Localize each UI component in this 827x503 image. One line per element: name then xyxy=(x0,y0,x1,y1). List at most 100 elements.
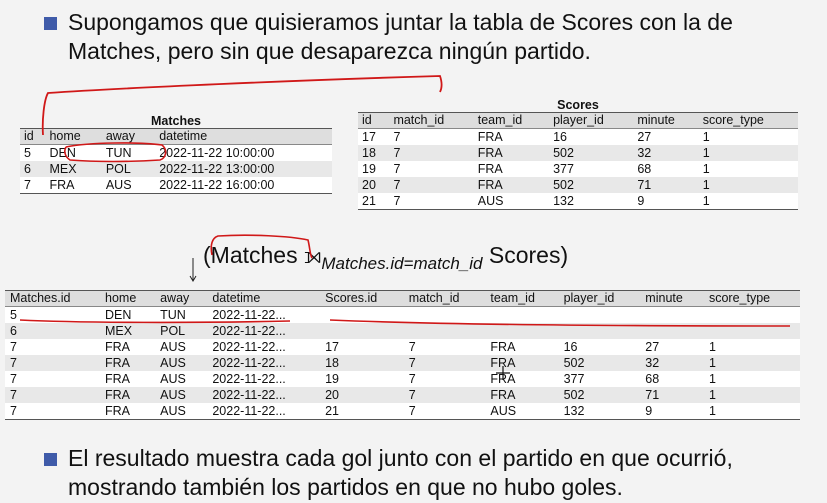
table-cell: 19 xyxy=(320,371,404,387)
table-cell: 2022-11-22... xyxy=(207,339,321,355)
table-cell: 27 xyxy=(640,339,704,355)
table-cell xyxy=(320,323,404,339)
column-header: team_id xyxy=(473,112,550,129)
column-header: away xyxy=(155,290,208,307)
table-cell: 1 xyxy=(703,355,800,371)
table-cell xyxy=(558,306,641,323)
table-cell xyxy=(485,306,559,323)
table-cell: 9 xyxy=(633,193,699,210)
column-header: match_id xyxy=(389,112,474,129)
table-cell: FRA xyxy=(100,403,156,420)
column-header: datetime xyxy=(155,128,332,145)
table-cell: FRA xyxy=(485,371,559,387)
table-cell: 17 xyxy=(320,339,404,355)
table-header: Matches.id home away datetime Scores.id match… xyxy=(5,290,800,307)
table-cell: 2022-11-22... xyxy=(207,403,321,420)
table-cell: 16 xyxy=(558,339,641,355)
table-cell: 20 xyxy=(358,177,390,193)
table-cell: AUS xyxy=(473,193,550,210)
formula-right: Scores) xyxy=(482,242,569,268)
table-cell: 6 xyxy=(5,323,101,339)
table-cell: 71 xyxy=(640,387,704,403)
table-cell: 502 xyxy=(558,387,641,403)
result-table: Matches.id home away datetime Scores.id match… xyxy=(5,290,800,420)
table-cell: 5 xyxy=(20,144,46,161)
table-cell: 7 xyxy=(20,177,46,194)
table-cell: 2022-11-22... xyxy=(207,355,321,371)
table-row: 18 7 FRA 502 32 1 xyxy=(358,145,798,161)
table-cell: 68 xyxy=(633,161,699,177)
table-cell xyxy=(320,306,404,323)
table-cell: FRA xyxy=(100,355,156,371)
table-cell: AUS xyxy=(101,177,156,194)
table-cell: 7 xyxy=(403,387,486,403)
table-cell: 7 xyxy=(5,339,101,355)
table-cell: 2022-11-22... xyxy=(207,323,321,339)
column-header: score_type xyxy=(703,290,800,307)
column-header: home xyxy=(45,128,102,145)
table-cell: 2022-11-22 13:00:00 xyxy=(155,161,332,177)
table-cell: DEN xyxy=(45,144,102,161)
table-row: 7 FRA AUS 2022-11-22... 18 7 FRA 502 32 1 xyxy=(5,355,800,371)
bullet-intro: Supongamos que quisieramos juntar la tab… xyxy=(44,8,733,66)
column-header: id xyxy=(358,112,390,129)
column-header: datetime xyxy=(207,290,321,307)
table-cell: 16 xyxy=(549,128,634,145)
table-cell xyxy=(558,323,641,339)
table-cell: 1 xyxy=(698,128,798,145)
bullet-line: El resultado muestra cada gol junto con … xyxy=(68,445,733,471)
formula-left: (Matches xyxy=(203,242,304,268)
table-cell: 7 xyxy=(389,145,474,161)
table-row: 20 7 FRA 502 71 1 xyxy=(358,177,798,193)
column-header: match_id xyxy=(403,290,486,307)
table-cell: FRA xyxy=(473,161,550,177)
table-cell: 1 xyxy=(703,387,800,403)
table-cell: FRA xyxy=(100,387,156,403)
table-cell: 2022-11-22... xyxy=(207,387,321,403)
table-cell: FRA xyxy=(45,177,102,194)
table-cell: POL xyxy=(101,161,156,177)
table-cell: FRA xyxy=(100,339,156,355)
column-header: player_id xyxy=(549,112,634,129)
table-row: 7 FRA AUS 2022-11-22... 21 7 AUS 132 9 1 xyxy=(5,403,800,420)
table-cell: FRA xyxy=(485,339,559,355)
table-cell: 1 xyxy=(703,371,800,387)
table-cell: 132 xyxy=(558,403,641,420)
table-row: 5 DEN TUN 2022-11-22... xyxy=(5,306,800,323)
matches-table: Matches id home away datetime 5 DEN TUN 2022-11… xyxy=(20,114,332,194)
table-cell: 1 xyxy=(703,403,800,420)
bullet-line: Matches, pero sin que desaparezca ningún… xyxy=(68,38,591,64)
table-cell: MEX xyxy=(100,323,156,339)
table-cell: 21 xyxy=(358,193,390,210)
table-row: 6 MEX POL 2022-11-22... xyxy=(5,323,800,339)
table-cell: 2022-11-22... xyxy=(207,306,321,323)
table-cell xyxy=(640,323,704,339)
table-cell xyxy=(640,306,704,323)
table-cell: MEX xyxy=(45,161,102,177)
table-cell: 1 xyxy=(698,193,798,210)
table-cell: TUN xyxy=(155,306,208,323)
left-outer-join-symbol: ⟕ xyxy=(303,242,322,268)
table-cell: 7 xyxy=(5,371,101,387)
table-cell: TUN xyxy=(101,144,156,161)
table-header: id match_id team_id player_id minute score_ty… xyxy=(358,112,798,129)
table-cell: FRA xyxy=(473,128,550,145)
table-cell: FRA xyxy=(100,371,156,387)
table-row: 21 7 AUS 132 9 1 xyxy=(358,193,798,210)
table-cell: 32 xyxy=(633,145,699,161)
table-row: 6 MEX POL 2022-11-22 13:00:00 xyxy=(20,161,332,177)
column-header: away xyxy=(101,128,156,145)
table-cell: 18 xyxy=(320,355,404,371)
table-row: 7 FRA AUS 2022-11-22... 20 7 FRA 502 71 1 xyxy=(5,387,800,403)
table-cell: 68 xyxy=(640,371,704,387)
table-cell: 7 xyxy=(403,371,486,387)
table-cell: 7 xyxy=(5,387,101,403)
table-cell xyxy=(485,323,559,339)
table-cell: DEN xyxy=(100,306,156,323)
table-cell: AUS xyxy=(155,371,208,387)
bullet-conclusion: El resultado muestra cada gol junto con … xyxy=(44,444,733,502)
table-cell: AUS xyxy=(155,403,208,420)
table-cell: 7 xyxy=(403,403,486,420)
table-cell: FRA xyxy=(485,387,559,403)
table-cell: 18 xyxy=(358,145,390,161)
